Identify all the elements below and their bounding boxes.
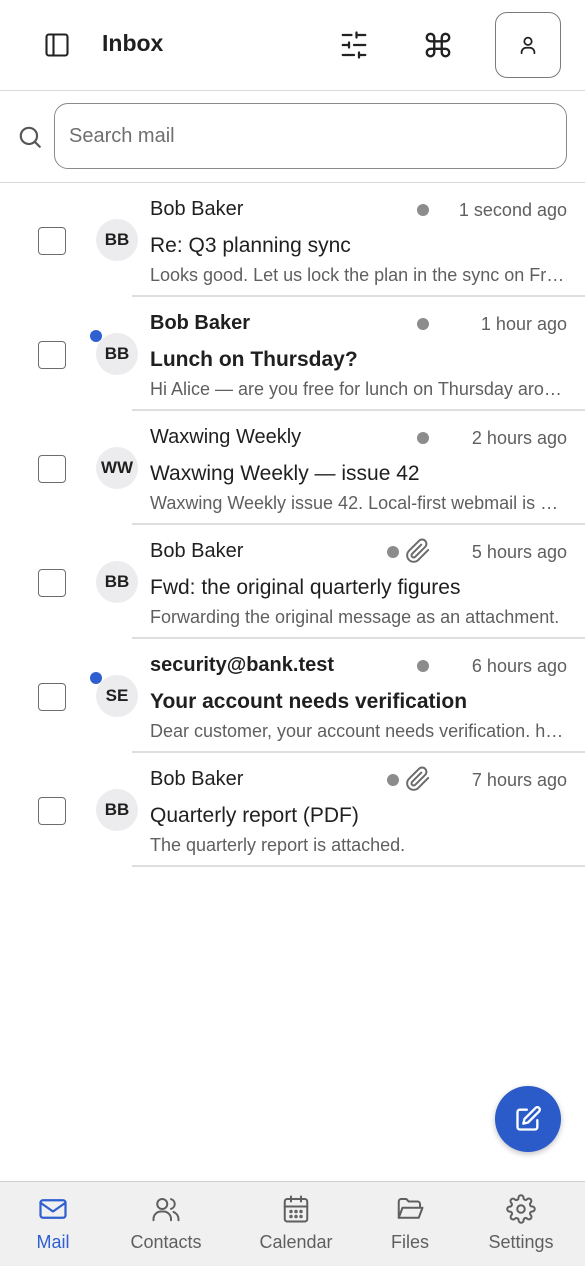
message-snippet: Looks good. Let us lock the plan in the … xyxy=(150,265,568,285)
status-dot-icon xyxy=(417,204,429,216)
nav-label-files: Files xyxy=(390,1232,429,1252)
message-sender: Bob Baker xyxy=(150,540,244,562)
gear-icon xyxy=(506,1194,536,1224)
user-icon xyxy=(520,36,536,55)
message-snippet: The quarterly report is attached. xyxy=(150,835,406,855)
paperclip-icon xyxy=(406,766,430,791)
avatar: BB xyxy=(96,789,138,831)
message-sender: Bob Baker xyxy=(150,312,251,334)
message-subject: Re: Q3 planning sync xyxy=(150,234,351,257)
search-input[interactable] xyxy=(54,103,567,169)
message-snippet: Waxwing Weekly issue 42. Local-first web… xyxy=(150,493,568,513)
avatar: WW xyxy=(96,447,138,489)
mail-icon xyxy=(39,1199,67,1219)
message-subject: Lunch on Thursday? xyxy=(150,348,358,371)
nav-label-calendar: Calendar xyxy=(259,1232,333,1252)
status-dot-icon xyxy=(417,660,429,672)
nav-item-mail[interactable]: Mail xyxy=(10,1182,96,1266)
message-checkbox[interactable] xyxy=(38,683,66,711)
sliders-icon xyxy=(341,31,367,59)
avatar: BB xyxy=(96,219,138,261)
calendar-icon xyxy=(283,1195,309,1223)
message-sender: Waxwing Weekly xyxy=(150,426,302,448)
message-snippet: Dear customer, your account needs verifi… xyxy=(150,721,568,741)
message-time: 1 hour ago xyxy=(480,314,567,334)
message-snippet: Hi Alice — are you free for lunch on Thu… xyxy=(150,379,568,399)
message-list: BB Bob Baker 1 second ago Re: Q3 plannin… xyxy=(0,183,585,867)
message-checkbox[interactable] xyxy=(38,569,66,597)
unread-indicator-icon xyxy=(90,672,102,684)
paperclip-icon xyxy=(406,538,430,563)
search-bar xyxy=(0,91,585,183)
nav-item-settings[interactable]: Settings xyxy=(476,1182,566,1266)
unread-indicator-icon xyxy=(90,330,102,342)
message-subject: Waxwing Weekly — issue 42 xyxy=(150,462,420,485)
message-checkbox[interactable] xyxy=(38,455,66,483)
compose-button[interactable] xyxy=(495,1086,561,1152)
message-subject: Quarterly report (PDF) xyxy=(150,804,359,827)
nav-label-settings: Settings xyxy=(488,1232,554,1252)
search-icon xyxy=(19,126,41,148)
page-title: Inbox xyxy=(102,30,164,56)
status-dot-icon xyxy=(417,432,429,444)
message-checkbox[interactable] xyxy=(38,341,66,369)
message-time: 1 second ago xyxy=(458,200,567,220)
bottom-navigation: Mail Contacts Calendar Files Settings xyxy=(0,1181,585,1266)
filter-button[interactable] xyxy=(330,22,378,68)
sidebar-toggle-button[interactable] xyxy=(33,22,81,68)
message-row[interactable]: BB Bob Baker 1 second ago Re: Q3 plannin… xyxy=(0,183,585,297)
message-time: 6 hours ago xyxy=(471,656,567,676)
nav-item-contacts[interactable]: Contacts xyxy=(116,1182,216,1266)
message-time: 5 hours ago xyxy=(471,542,567,562)
nav-label-mail: Mail xyxy=(36,1232,70,1252)
message-subject: Fwd: the original quarterly figures xyxy=(150,576,461,599)
message-time: 7 hours ago xyxy=(471,770,567,790)
pencil-square-icon xyxy=(516,1106,541,1131)
message-checkbox[interactable] xyxy=(38,227,66,255)
command-palette-button[interactable] xyxy=(414,22,462,68)
status-dot-icon xyxy=(417,318,429,330)
avatar: SE xyxy=(96,675,138,717)
status-dot-icon xyxy=(387,774,399,786)
top-app-bar: Inbox xyxy=(0,0,585,91)
message-row[interactable]: WW Waxwing Weekly 2 hours ago Waxwing We… xyxy=(0,411,585,525)
message-row[interactable]: BB Bob Baker 7 hours ago Quarterly repor… xyxy=(0,753,585,867)
message-subject: Your account needs verification xyxy=(150,690,468,713)
command-icon xyxy=(425,32,451,58)
nav-item-calendar[interactable]: Calendar xyxy=(246,1182,346,1266)
folder-open-icon xyxy=(397,1198,424,1219)
account-button[interactable] xyxy=(495,12,561,78)
message-row[interactable]: SE security@bank.test 6 hours ago Your a… xyxy=(0,639,585,753)
message-sender: Bob Baker xyxy=(150,198,244,220)
avatar: BB xyxy=(96,333,138,375)
message-sender: Bob Baker xyxy=(150,768,244,790)
status-dot-icon xyxy=(387,546,399,558)
row-divider xyxy=(132,865,585,867)
message-row[interactable]: BB Bob Baker 5 hours ago Fwd: the origin… xyxy=(0,525,585,639)
message-checkbox[interactable] xyxy=(38,797,66,825)
sidebar-toggle-icon xyxy=(45,33,69,57)
nav-item-files[interactable]: Files xyxy=(370,1182,450,1266)
message-row[interactable]: BB Bob Baker 1 hour ago Lunch on Thursda… xyxy=(0,297,585,411)
message-sender: security@bank.test xyxy=(150,654,335,676)
message-time: 2 hours ago xyxy=(471,428,567,448)
contacts-icon xyxy=(152,1198,180,1222)
nav-label-contacts: Contacts xyxy=(130,1232,202,1252)
message-snippet: Forwarding the original message as an at… xyxy=(150,607,560,627)
avatar: BB xyxy=(96,561,138,603)
